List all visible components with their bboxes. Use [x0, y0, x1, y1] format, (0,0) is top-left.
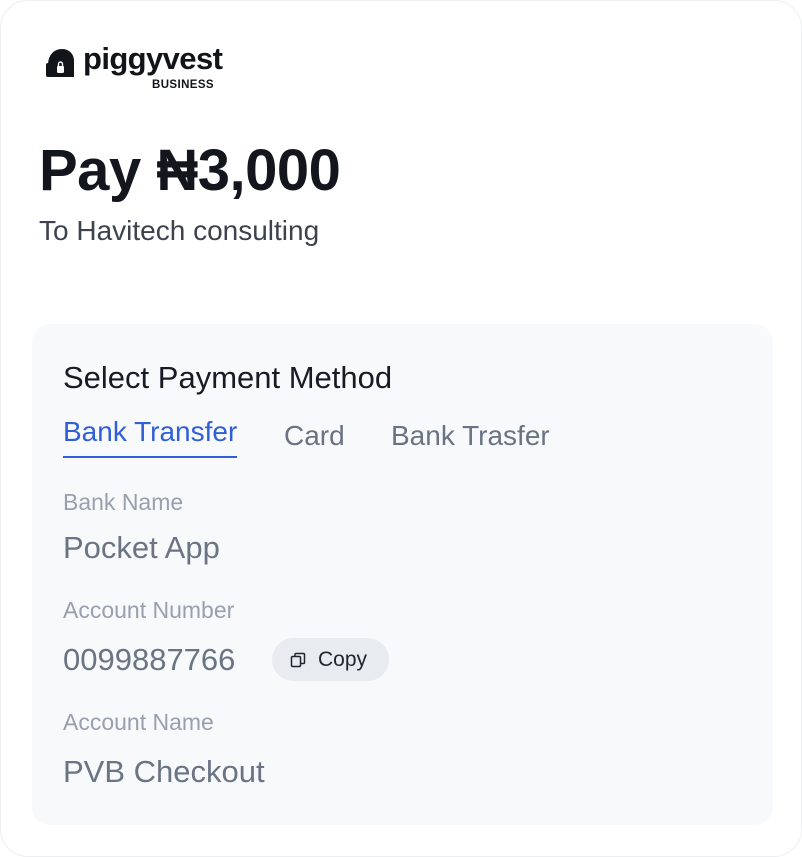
- brand-logo: piggyvest BUSINESS: [43, 41, 233, 95]
- bank-name-value: Pocket App: [63, 530, 220, 565]
- tab-card[interactable]: Card: [284, 420, 345, 460]
- payment-method-tabs: Bank Transfer Card Bank Trasfer: [63, 416, 663, 458]
- account-name-value: PVB Checkout: [63, 754, 265, 789]
- account-name-label: Account Name: [63, 709, 214, 735]
- piggy-lock-icon: [46, 49, 74, 77]
- tab-bank-trasfer[interactable]: Bank Trasfer: [391, 420, 550, 460]
- account-number-value: 0099887766: [63, 642, 236, 677]
- payment-title: Pay ₦3,000: [39, 138, 341, 203]
- copy-icon: [290, 652, 306, 668]
- bank-name-label: Bank Name: [63, 489, 184, 515]
- payment-method-heading: Select Payment Method: [63, 360, 393, 395]
- tab-bank-transfer[interactable]: Bank Transfer: [63, 416, 238, 458]
- checkout-card: piggyvest BUSINESS Pay ₦3,000 To Havitec…: [0, 0, 802, 857]
- account-number-label: Account Number: [63, 597, 235, 623]
- payment-recipient: To Havitech consulting: [39, 215, 320, 246]
- brand-name: piggyvest: [83, 41, 223, 76]
- copy-button[interactable]: Copy: [272, 638, 389, 681]
- copy-label: Copy: [318, 648, 368, 671]
- brand-sub: BUSINESS: [152, 79, 214, 91]
- payment-method-panel: Select Payment Method Bank Transfer Card…: [32, 324, 773, 825]
